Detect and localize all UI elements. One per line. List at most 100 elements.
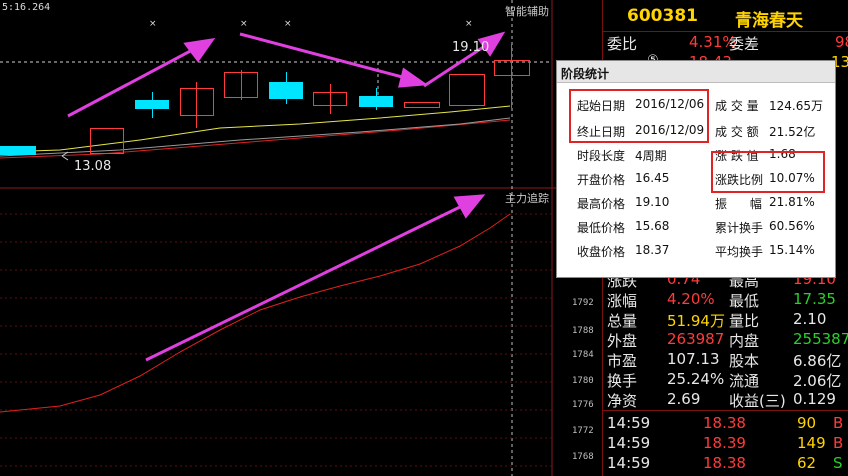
quote-label: 量比 bbox=[729, 312, 760, 330]
divider bbox=[603, 410, 848, 411]
quote-value: 2.69 bbox=[667, 390, 701, 408]
quote-label: 股本 bbox=[729, 352, 760, 370]
svg-text:×: × bbox=[240, 19, 248, 29]
quote-value: 0.129 bbox=[793, 390, 836, 408]
highlight-box-dates bbox=[569, 89, 709, 143]
open-value: 16.45 bbox=[635, 171, 670, 185]
low-value: 15.68 bbox=[635, 219, 670, 233]
quote-label: 委差 bbox=[729, 35, 760, 53]
tick-price: 18.38 bbox=[703, 414, 746, 432]
stock-code: 600381 bbox=[627, 6, 698, 26]
volume-label: 成 交 量 bbox=[715, 99, 759, 113]
tick-price: 18.39 bbox=[703, 434, 746, 452]
y-axis-label: 1780 bbox=[572, 376, 594, 386]
quote-row: 委比 4.31% 委差 98 bbox=[607, 33, 848, 53]
quote-label: 总量 bbox=[607, 312, 638, 330]
candle-wick bbox=[511, 44, 512, 108]
high-label: 最高价格 bbox=[577, 197, 626, 211]
quote-value: 263987 bbox=[667, 330, 725, 348]
y-axis-label: 1792 bbox=[572, 298, 594, 308]
highlight-box-change-pct bbox=[711, 151, 825, 193]
quote-value: 98 bbox=[835, 33, 848, 51]
stock-header: 600381 青海春天 bbox=[603, 0, 848, 32]
quote-label: 外盘 bbox=[607, 332, 638, 350]
quote-value: 6.86亿 bbox=[793, 352, 842, 370]
indicator-label-top[interactable]: 智能辅助 bbox=[505, 3, 549, 19]
quote-label: 市盈 bbox=[607, 352, 638, 370]
open-label: 开盘价格 bbox=[577, 173, 626, 187]
tick-time: 14:59 bbox=[607, 434, 651, 452]
quote-value: 2.10 bbox=[793, 310, 827, 328]
ma-readout: 5:16.264 bbox=[2, 2, 51, 13]
period-value: 4周期 bbox=[635, 149, 667, 163]
quote-row: 总量 51.94万 量比 2.10 bbox=[607, 310, 848, 330]
tick-row: 14:59 18.38 90 B bbox=[607, 414, 848, 434]
svg-text:×: × bbox=[284, 19, 292, 29]
close-value: 18.37 bbox=[635, 243, 670, 257]
y-axis-label: 1784 bbox=[572, 350, 594, 360]
low-price-label: 13.08 bbox=[74, 159, 112, 174]
quote-value: 107.13 bbox=[667, 350, 720, 368]
amount-label: 成 交 额 bbox=[715, 125, 759, 139]
ma-line-white bbox=[0, 117, 511, 157]
tick-price: 18.38 bbox=[703, 454, 746, 472]
tick-time: 14:59 bbox=[607, 414, 651, 432]
period-label: 时段长度 bbox=[577, 149, 626, 163]
high-value: 19.10 bbox=[635, 195, 670, 209]
quote-value: 4.20% bbox=[667, 290, 715, 308]
quote-label: 净资 bbox=[607, 392, 638, 410]
quote-label: 涨幅 bbox=[607, 292, 638, 310]
tick-volume: 62 bbox=[797, 454, 817, 472]
stock-name: 青海春天 bbox=[735, 11, 803, 31]
candle[interactable] bbox=[180, 88, 214, 116]
y-axis-label: 1768 bbox=[572, 452, 594, 462]
low-label: 最低价格 bbox=[577, 221, 626, 235]
stage-statistics-dialog[interactable]: 阶段统计 起始日期 2016/12/06 终止日期 2016/12/09 时段长… bbox=[556, 60, 836, 278]
y-axis-label: 1772 bbox=[572, 426, 594, 436]
candle[interactable] bbox=[0, 146, 36, 155]
quote-value: 255387 bbox=[793, 330, 848, 348]
cum-turnover-label: 累计换手 bbox=[715, 221, 764, 235]
quote-row: 涨幅 4.20% 最低 17.35 bbox=[607, 290, 848, 310]
candle[interactable] bbox=[269, 82, 303, 99]
chart-grid: × × × × bbox=[0, 0, 556, 476]
amplitude-value: 21.81% bbox=[769, 195, 815, 209]
candle[interactable] bbox=[404, 102, 440, 108]
avg-turnover-label: 平均换手 bbox=[715, 245, 764, 259]
quote-row: 净资 2.69 收益(三) 0.129 bbox=[607, 390, 848, 410]
quote-row: 外盘 263987 内盘 255387 bbox=[607, 330, 848, 350]
quote-label: 委比 bbox=[607, 35, 638, 53]
candle[interactable] bbox=[135, 100, 169, 109]
tick-side: B bbox=[833, 434, 844, 452]
tick-volume: 149 bbox=[797, 434, 826, 452]
candle[interactable] bbox=[449, 74, 485, 106]
dialog-title[interactable]: 阶段统计 bbox=[557, 61, 835, 83]
quote-value: 2.06亿 bbox=[793, 372, 842, 390]
quote-row: 换手 25.24% 流通 2.06亿 bbox=[607, 370, 848, 390]
tick-time: 14:59 bbox=[607, 454, 651, 472]
tick-row: 14:59 18.38 62 S bbox=[607, 454, 848, 474]
candle[interactable] bbox=[313, 92, 347, 106]
high-price-label: 19.10 bbox=[452, 40, 490, 55]
candle[interactable] bbox=[494, 60, 530, 76]
quote-value: 51.94万 bbox=[667, 312, 725, 330]
amplitude-label: 振 幅 bbox=[715, 197, 762, 211]
quote-value: 25.24% bbox=[667, 370, 725, 388]
kline-chart[interactable]: × × × × 5:16.264 智能辅助 主力追踪 19.10 13.08 1… bbox=[0, 0, 594, 476]
tick-side: S bbox=[833, 454, 843, 472]
svg-text:×: × bbox=[465, 19, 473, 29]
quote-label: 流通 bbox=[729, 372, 760, 390]
avg-turnover-value: 15.14% bbox=[769, 243, 815, 257]
close-label: 收盘价格 bbox=[577, 245, 626, 259]
tick-volume: 90 bbox=[797, 414, 817, 432]
y-axis-label: 1776 bbox=[572, 400, 594, 410]
candle[interactable] bbox=[90, 128, 124, 154]
quote-label: 收益(三) bbox=[729, 392, 786, 410]
amount-value: 21.52亿 bbox=[769, 125, 816, 139]
candle[interactable] bbox=[224, 72, 258, 98]
y-axis-label: 1788 bbox=[572, 326, 594, 336]
indicator-label-bottom[interactable]: 主力追踪 bbox=[505, 190, 549, 206]
tick-side: B bbox=[833, 414, 844, 432]
candle[interactable] bbox=[359, 96, 393, 107]
tick-row: 14:59 18.39 149 B bbox=[607, 434, 848, 454]
